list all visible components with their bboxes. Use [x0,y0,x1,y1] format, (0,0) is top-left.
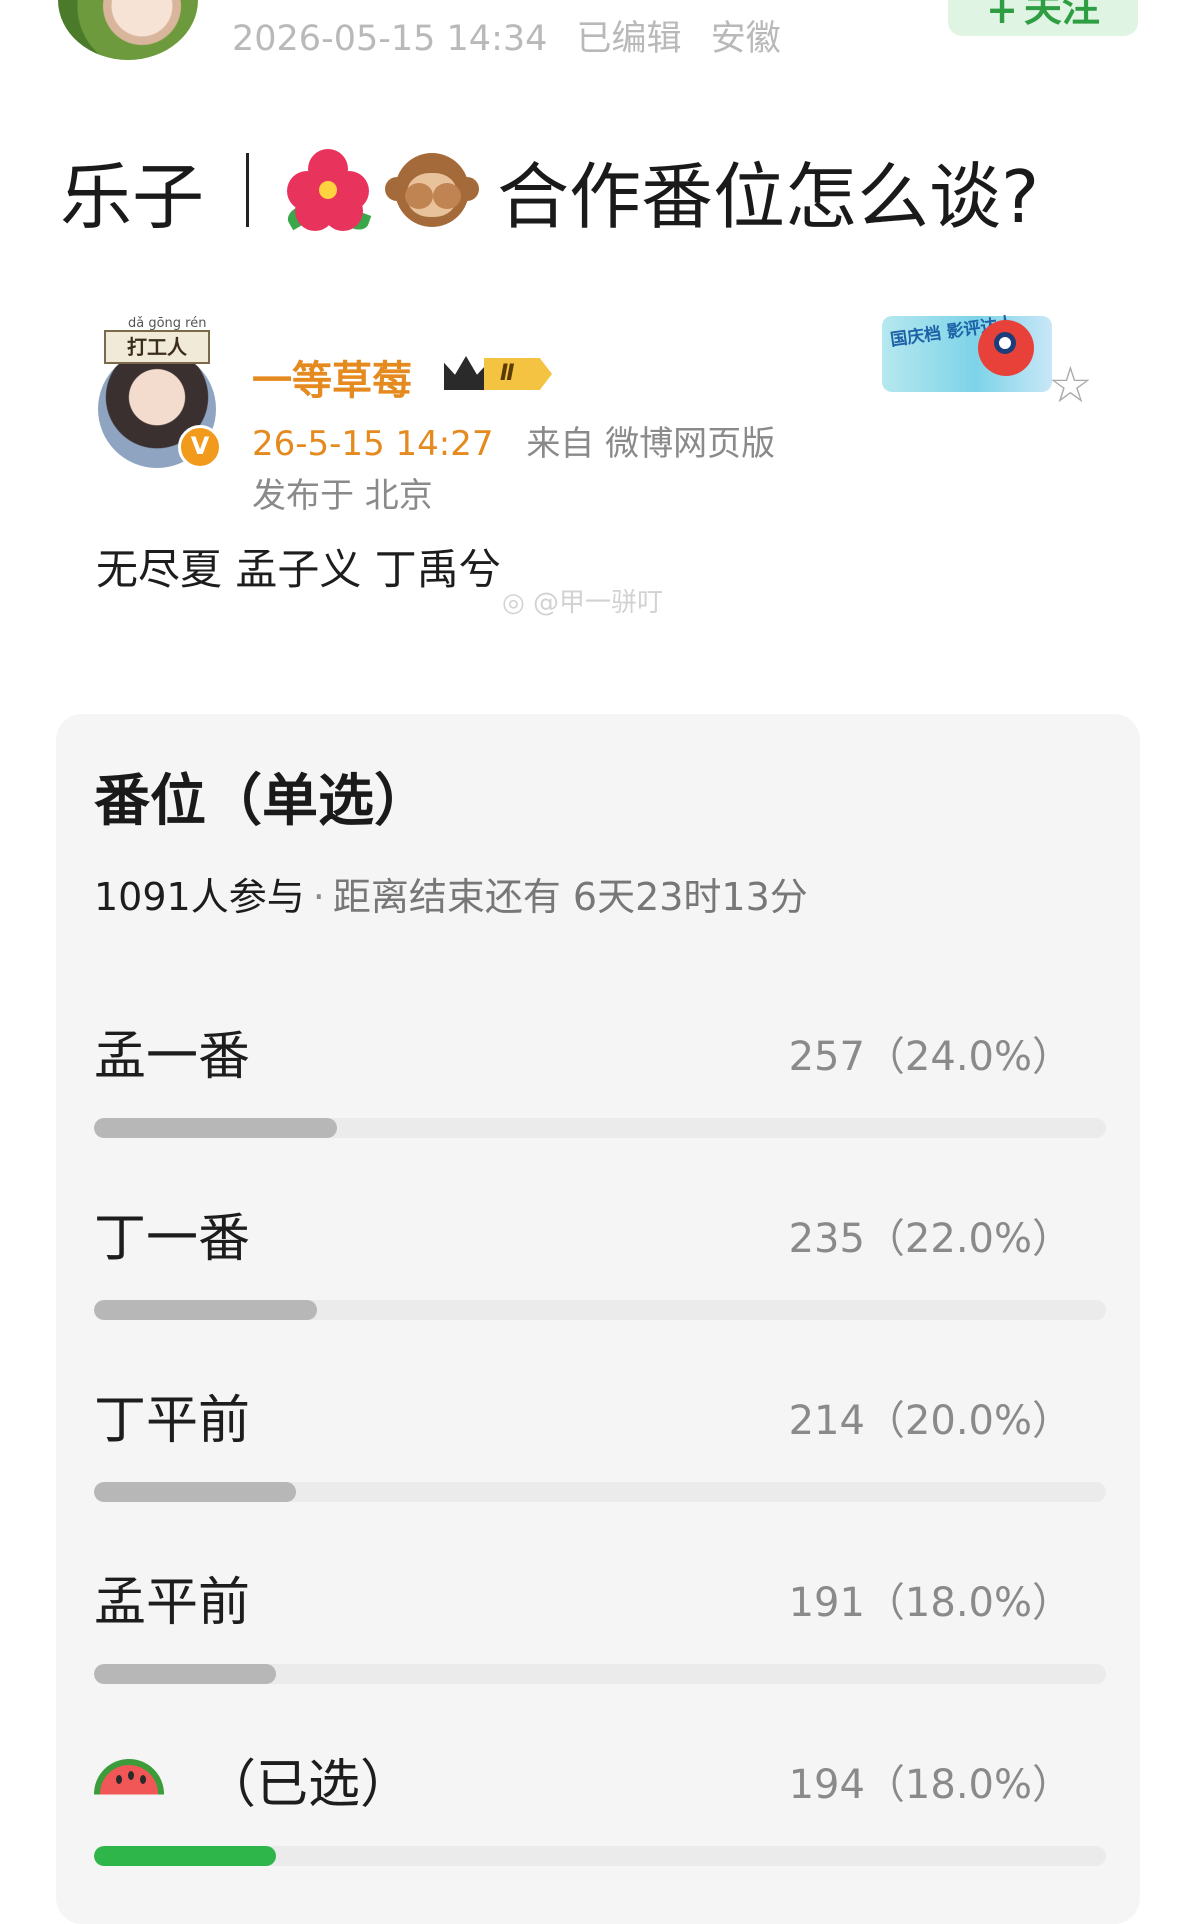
poll-title: 番位（单选） [94,769,430,834]
poll-deadline: 距离结束还有 6天23时13分 [332,875,808,919]
hibiscus-icon [284,147,372,233]
repost-location: 发布于 北京 [252,476,433,516]
poll-participants: 1091人参与 [94,875,305,919]
plus-icon: + [986,0,1018,32]
poll-option[interactable]: 孟一番 257（24.0%） [94,1014,1106,1164]
selected-label: （已选） [204,1755,413,1815]
poll-option-result: 191（18.0%） [788,1580,1072,1626]
follow-label: 关注 [1023,0,1100,30]
activity-badge[interactable]: 国庆档 影评达人 [882,313,1052,392]
poll-bar-track [94,1664,1106,1684]
poll-option-label: 丁一番 [94,1209,251,1269]
poll-meta: 1091人参与 · 距离结束还有 6天23时13分 [94,866,808,921]
poll-bar-track [94,1300,1106,1320]
author-avatar[interactable] [58,0,198,60]
avatar-badge-pinyin: dǎ gōng rén [128,316,207,331]
weibo-logo-icon: ◎ [502,588,525,618]
repost-source: 来自 微博网页版 [526,424,776,464]
see-no-evil-monkey-icon [385,147,480,233]
poll-bar-fill [94,1300,317,1320]
title-text: 合作番位怎么谈? [497,154,1040,239]
poll-bar-fill [94,1846,277,1866]
repost-body: 无尽夏 孟子义 丁禹兮 [96,545,501,594]
repost-meta: 26-5-15 14:27 来自 微博网页版 [252,416,775,465]
avatar-badge: 打工人 [104,330,210,364]
poll-option-label: 孟一番 [94,1027,251,1087]
title-divider [246,153,250,227]
poll-option[interactable]: 孟平前 191（18.0%） [94,1560,1106,1710]
repost-username[interactable]: 一等草莓 [252,348,412,406]
edited-label: 已编辑 [576,19,682,59]
repost-time: 26-5-15 14:27 [252,424,494,464]
member-crown-badge[interactable]: Ⅱ [444,352,556,394]
poll-bar-track [94,1846,1106,1866]
watermark-text: @甲一骈叮 [532,588,663,618]
poll-option-label: （已选） [94,1742,412,1817]
poll-bar-fill [94,1664,277,1684]
post-meta: 2026-05-15 14:34 已编辑 安徽 [232,10,799,61]
poll-bar-track [94,1482,1106,1502]
verified-icon: V [178,425,222,469]
poll-option-result: 235（22.0%） [788,1216,1072,1262]
poll-option-result: 214（20.0%） [788,1398,1072,1444]
member-level: Ⅱ [484,358,552,390]
poll-bar-track [94,1118,1106,1138]
watermelon-icon [94,1758,164,1805]
poll-bar-fill [94,1482,297,1502]
follow-button[interactable]: + 关注 [948,0,1138,36]
post-header: 2026-05-15 14:34 已编辑 安徽 + 关注 [0,0,1200,70]
post-timestamp: 2026-05-15 14:34 [232,19,548,59]
post-title: 乐子 合作番位怎么谈? [60,140,1039,240]
poll-option-result: 257（24.0%） [788,1034,1072,1080]
poll-bar-fill [94,1118,337,1138]
poll-option-result: 194（18.0%） [788,1762,1072,1808]
favorite-star-icon[interactable]: ☆ [1048,356,1093,414]
poll-option-label: 孟平前 [94,1573,251,1633]
meta-separator: · [312,875,325,919]
weibo-watermark: ◎ @甲一骈叮 [502,582,663,619]
poll-option[interactable]: 丁平前 214（20.0%） [94,1378,1106,1528]
poll-option[interactable]: 丁一番 235（22.0%） [94,1196,1106,1346]
post-location: 安徽 [710,19,781,59]
title-prefix: 乐子 [60,154,205,239]
poll-option-label: 丁平前 [94,1391,251,1451]
mascot-icon [978,320,1034,376]
crown-icon [444,356,488,390]
poll-option-selected[interactable]: （已选） 194（18.0%） [94,1742,1106,1892]
